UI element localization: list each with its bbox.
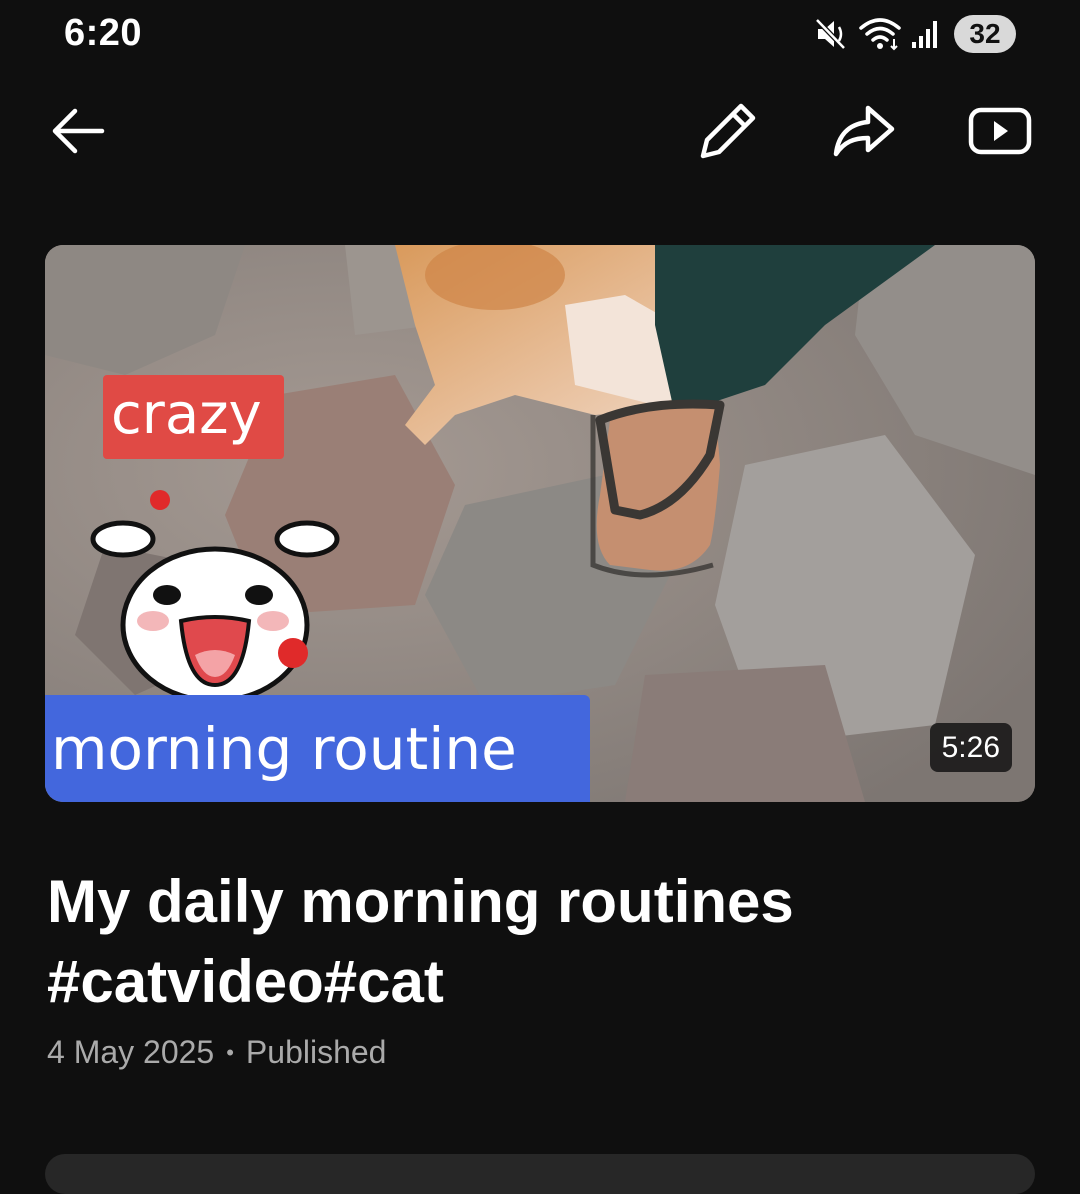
- status-time: 6:20: [64, 12, 143, 54]
- share-button[interactable]: [823, 93, 903, 173]
- edit-pencil-icon: [697, 100, 759, 167]
- share-icon: [830, 102, 896, 165]
- status-bar: 6:20 32: [0, 0, 1080, 70]
- visibility-status: Published: [245, 1034, 387, 1070]
- play-video-icon: [967, 106, 1033, 161]
- publish-date: 4 May 2025: [47, 1034, 215, 1070]
- status-icons: 32: [814, 14, 1016, 54]
- wifi-icon: [858, 17, 902, 51]
- edit-button[interactable]: [688, 93, 768, 173]
- thumbnail-caption-bottom: morning routine: [45, 695, 590, 802]
- video-thumbnail[interactable]: crazy morning routine 5:26: [45, 245, 1035, 802]
- meta-separator: •: [226, 1039, 234, 1065]
- play-video-button[interactable]: [960, 93, 1040, 173]
- duration-badge: 5:26: [929, 723, 1012, 772]
- video-title: My daily morning routines #catvideo#cat: [47, 868, 794, 1015]
- back-button[interactable]: [38, 93, 118, 173]
- bottom-panel: [45, 1154, 1035, 1194]
- back-arrow-icon: [48, 106, 108, 161]
- battery-icon: 32: [954, 15, 1016, 53]
- video-meta: 4 May 2025 • Published: [47, 1034, 386, 1071]
- mute-icon: [814, 17, 850, 51]
- signal-icon: [910, 18, 940, 50]
- app-bar: [0, 90, 1080, 180]
- thumbnail-caption-top: crazy: [103, 375, 284, 459]
